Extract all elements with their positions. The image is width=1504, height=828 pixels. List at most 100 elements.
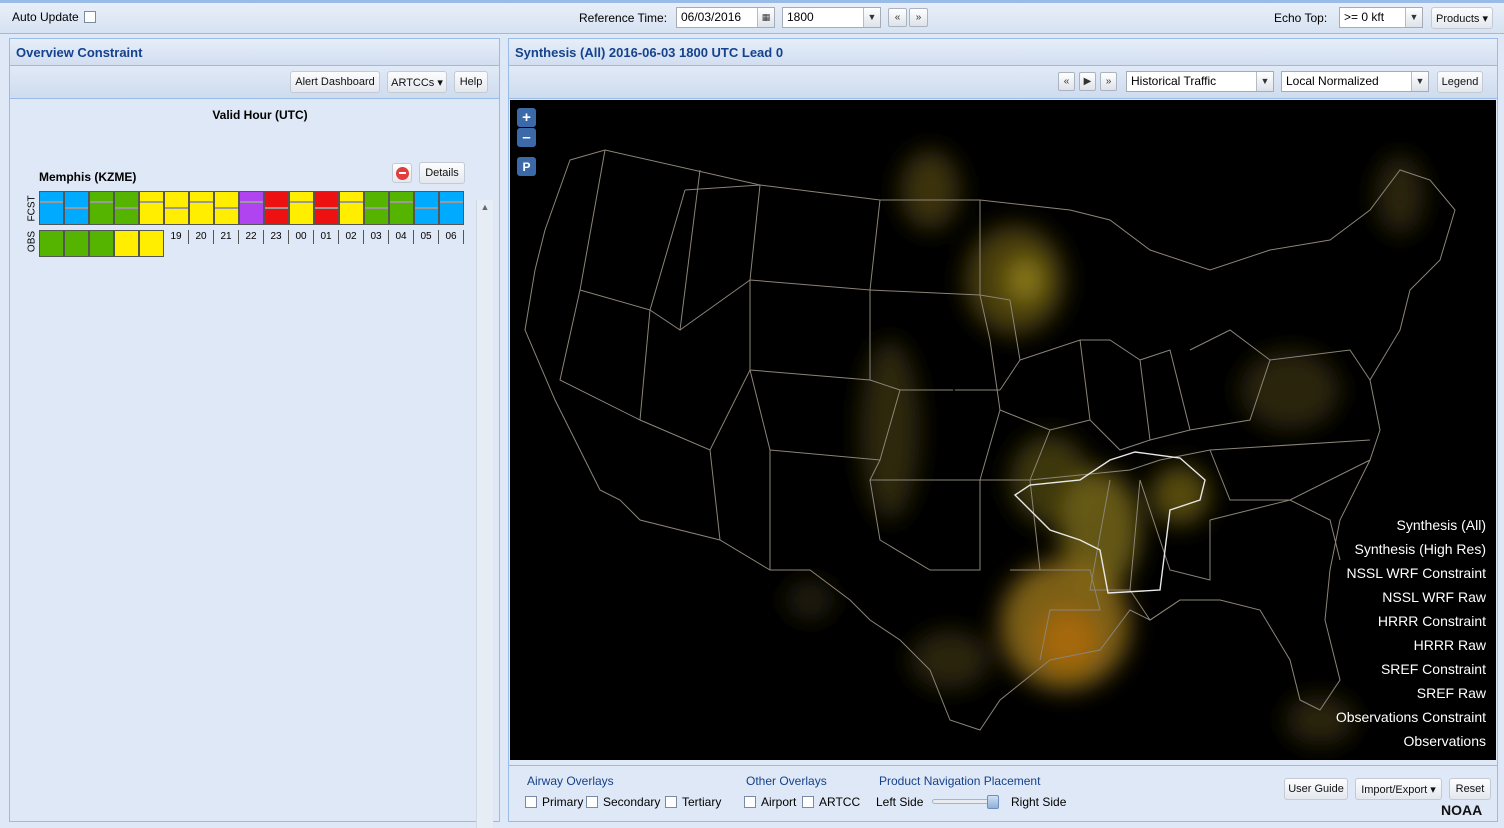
import-export-button[interactable]: Import/Export ▾ [1355, 778, 1442, 800]
fcst-cell[interactable] [439, 191, 464, 225]
obs-cell[interactable] [89, 230, 114, 257]
slider-thumb[interactable] [987, 795, 999, 809]
fcst-cell[interactable] [164, 191, 189, 225]
fcst-cell[interactable] [314, 191, 339, 225]
obs-cell[interactable] [64, 230, 89, 257]
product-link[interactable]: HRRR Constraint [1378, 613, 1486, 629]
reference-time-select[interactable]: 1800 ▼ [782, 7, 881, 28]
obs-cell[interactable] [139, 230, 164, 257]
products-button[interactable]: Products ▾ [1431, 7, 1493, 29]
obs-cell[interactable] [114, 230, 139, 257]
synthesis-map-panel: Synthesis (All) 2016-06-03 1800 UTC Lead… [508, 38, 1498, 822]
primary-checkbox[interactable] [525, 796, 537, 808]
obs-cell[interactable] [39, 230, 64, 257]
minus-icon: – [522, 129, 531, 146]
help-button[interactable]: Help [454, 71, 488, 93]
overview-body: Valid Hour (UTC) 14151617181920212223000… [10, 100, 499, 828]
hour-21[interactable]: 21 [214, 230, 239, 244]
rewind-time-button[interactable]: « [888, 8, 907, 27]
scroll-up-icon[interactable]: ▲ [477, 202, 493, 212]
hour-01[interactable]: 01 [314, 230, 339, 244]
traffic-trend-line [40, 201, 63, 203]
airport-name: Memphis (KZME) [39, 170, 137, 184]
hour-05[interactable]: 05 [414, 230, 439, 244]
secondary-label: Secondary [603, 795, 661, 809]
product-link[interactable]: Synthesis (All) [1397, 517, 1486, 533]
user-guide-button[interactable]: User Guide [1284, 778, 1348, 800]
overlay-controls: Airway Overlays Primary Secondary Tertia… [509, 765, 1497, 821]
artccs-button[interactable]: ARTCCs ▾ [387, 71, 447, 93]
traffic-trend-line [215, 207, 238, 209]
calendar-icon[interactable]: ▦ [757, 8, 774, 27]
reference-date-field[interactable]: 06/03/2016 ▦ [676, 7, 775, 28]
fcst-cell[interactable] [414, 191, 439, 225]
fcst-cell[interactable] [264, 191, 289, 225]
fcst-cell[interactable] [364, 191, 389, 225]
product-link[interactable]: Observations [1404, 733, 1486, 749]
secondary-checkbox[interactable] [586, 796, 598, 808]
hour-06[interactable]: 06 [439, 230, 464, 244]
hour-20[interactable]: 20 [189, 230, 214, 244]
fcst-cell[interactable] [239, 191, 264, 225]
product-link[interactable]: SREF Raw [1417, 685, 1486, 701]
hour-00[interactable]: 00 [289, 230, 314, 244]
fcst-cell[interactable] [39, 191, 64, 225]
echo-top-select[interactable]: >= 0 kft ▼ [1339, 7, 1423, 28]
top-toolbar: Auto Update Reference Time: 06/03/2016 ▦… [0, 0, 1504, 34]
traffic-select[interactable]: Historical Traffic ▼ [1126, 71, 1274, 92]
hour-02[interactable]: 02 [339, 230, 364, 244]
chevron-down-icon[interactable]: ▼ [1405, 8, 1422, 27]
chevron-down-icon[interactable]: ▼ [863, 8, 880, 27]
alert-dashboard-button[interactable]: Alert Dashboard [290, 71, 380, 93]
auto-update-label: Auto Update [12, 10, 79, 24]
details-button[interactable]: Details [419, 162, 465, 184]
zoom-out-button[interactable]: – [517, 128, 536, 147]
remove-icon [395, 166, 409, 180]
play-button[interactable]: ▶ [1079, 72, 1096, 91]
chevron-down-icon[interactable]: ▼ [1256, 72, 1273, 91]
vertical-scrollbar[interactable]: ▲ ▼ [476, 200, 493, 828]
fcst-cell[interactable] [214, 191, 239, 225]
traffic-trend-line [415, 207, 438, 209]
product-link[interactable]: SREF Constraint [1381, 661, 1486, 677]
hour-03[interactable]: 03 [364, 230, 389, 244]
zoom-in-button[interactable]: + [517, 108, 536, 127]
tertiary-checkbox[interactable] [665, 796, 677, 808]
product-link[interactable]: HRRR Raw [1414, 637, 1486, 653]
remove-airport-button[interactable] [392, 163, 412, 183]
fcst-cell[interactable] [189, 191, 214, 225]
product-link[interactable]: Synthesis (High Res) [1355, 541, 1487, 557]
fcst-cell[interactable] [139, 191, 164, 225]
fcst-cell[interactable] [64, 191, 89, 225]
map-canvas[interactable]: + – P Synthesis (All) Synthesis (High Res… [510, 100, 1496, 760]
product-link[interactable]: NSSL WRF Constraint [1346, 565, 1486, 581]
normalization-select[interactable]: Local Normalized ▼ [1281, 71, 1429, 92]
pan-button[interactable]: P [517, 157, 536, 176]
artcc-checkbox[interactable] [802, 796, 814, 808]
auto-update-checkbox[interactable] [83, 11, 96, 23]
fcst-cell[interactable] [89, 191, 114, 225]
other-overlays-label: Other Overlays [746, 774, 827, 788]
product-link[interactable]: NSSL WRF Raw [1382, 589, 1486, 605]
fcst-cell[interactable] [339, 191, 364, 225]
airport-checkbox[interactable] [744, 796, 756, 808]
last-lead-button[interactable]: » [1100, 72, 1117, 91]
legend-button[interactable]: Legend [1437, 71, 1483, 93]
reset-button[interactable]: Reset [1449, 778, 1491, 800]
chevron-down-icon[interactable]: ▼ [1411, 72, 1428, 91]
double-right-icon: » [915, 12, 922, 23]
first-lead-button[interactable]: « [1058, 72, 1075, 91]
traffic-trend-line [240, 201, 263, 203]
forward-time-button[interactable]: » [909, 8, 928, 27]
weather-intensity-overlay [785, 150, 1425, 745]
hour-04[interactable]: 04 [389, 230, 414, 244]
product-link[interactable]: Observations Constraint [1336, 709, 1486, 725]
hour-23[interactable]: 23 [264, 230, 289, 244]
fcst-cell[interactable] [389, 191, 414, 225]
hour-19[interactable]: 19 [164, 230, 189, 244]
double-left-icon: « [894, 12, 901, 23]
nav-placement-slider[interactable] [932, 795, 999, 809]
hour-22[interactable]: 22 [239, 230, 264, 244]
fcst-cell[interactable] [114, 191, 139, 225]
fcst-cell[interactable] [289, 191, 314, 225]
